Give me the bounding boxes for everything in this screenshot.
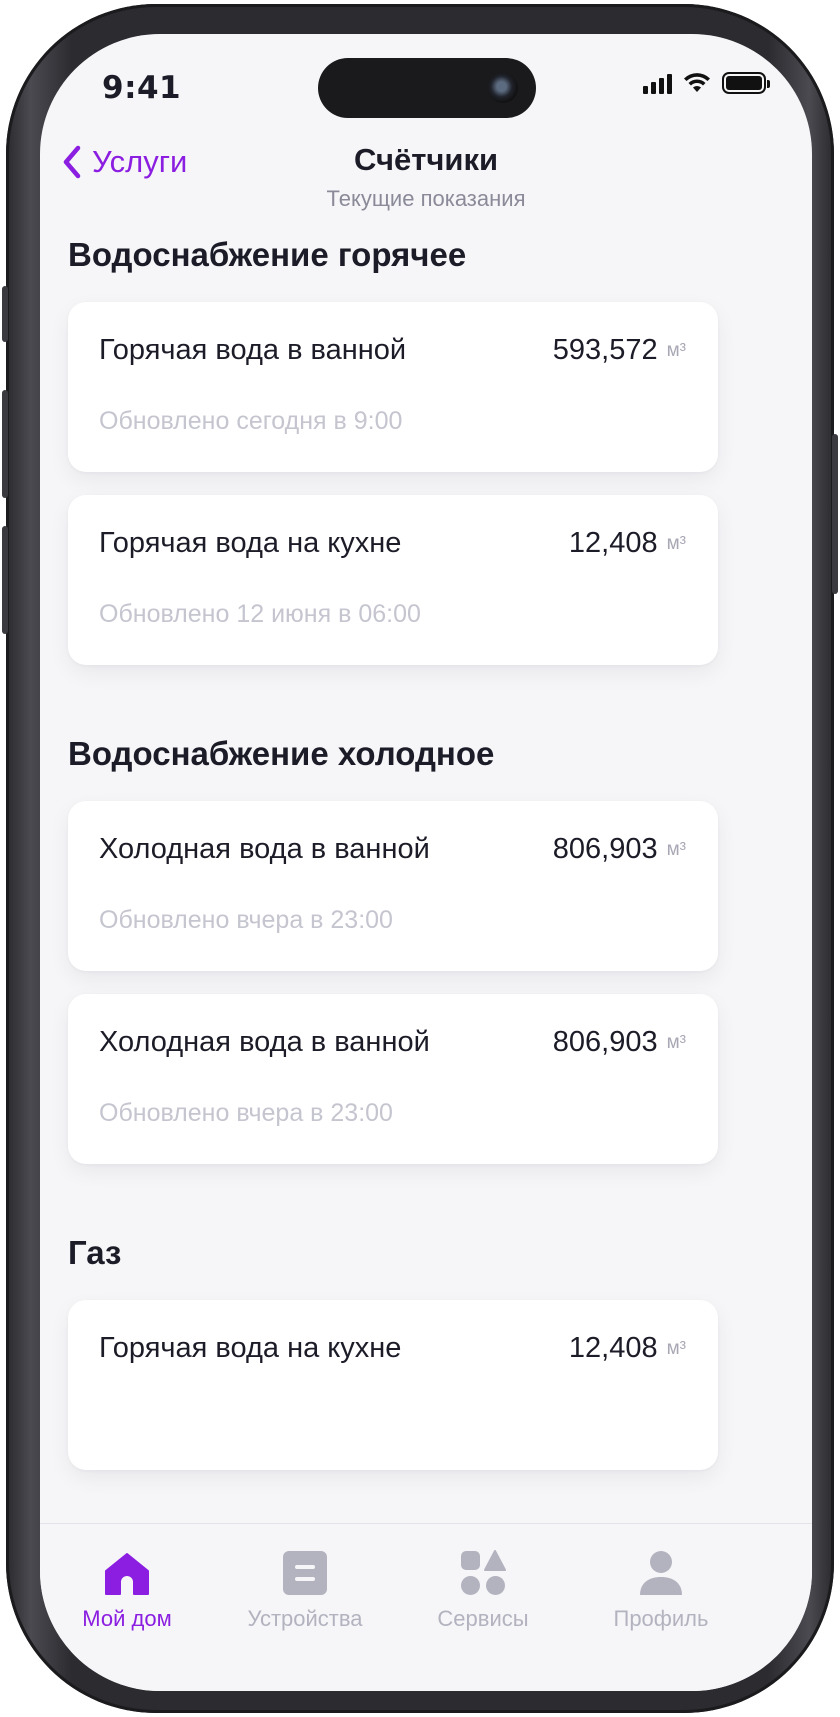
meter-reading: 806,903 — [552, 833, 658, 865]
tab-label: Сервисы — [437, 1606, 529, 1631]
meter-name: Холодная вода в ванной — [99, 1026, 430, 1058]
dynamic-island — [318, 58, 536, 118]
meter-name: Горячая вода на кухне — [99, 1332, 402, 1364]
power-button — [832, 434, 838, 594]
meter-name: Холодная вода в ванной — [99, 833, 430, 865]
device-icon — [283, 1551, 327, 1595]
page-title: Счётчики — [353, 142, 499, 177]
meter-card[interactable]: Горячая вода в ванной 593,572 м³ Обновле… — [68, 302, 718, 472]
tab-label: Мой дом — [82, 1606, 172, 1631]
tab-devices[interactable]: Устройства — [220, 1524, 390, 1632]
meter-updated: Обновлено сегодня в 9:00 — [99, 407, 403, 435]
meter-unit: м³ — [666, 839, 686, 860]
meter-card[interactable]: Горячая вода на кухне 12,408 м³ — [68, 1300, 718, 1470]
tab-services[interactable]: Сервисы — [398, 1524, 568, 1632]
meter-updated: Обновлено 12 июня в 06:00 — [99, 600, 421, 628]
status-time: 9:41 — [102, 70, 182, 106]
meter-name: Горячая вода в ванной — [99, 334, 407, 366]
meter-updated: Обновлено вчера в 23:00 — [99, 906, 393, 934]
volume-up-button — [2, 390, 8, 498]
meter-name: Горячая вода на кухне — [99, 527, 402, 559]
meter-value: 806,903 м³ — [553, 833, 686, 866]
meter-unit: м³ — [666, 340, 686, 361]
meter-updated: Обновлено вчера в 23:00 — [99, 1099, 393, 1127]
camera-icon — [488, 73, 518, 103]
tab-label: Профиль — [613, 1606, 709, 1631]
meter-unit: м³ — [666, 1338, 686, 1359]
tab-my-home[interactable]: Мой дом — [42, 1524, 212, 1632]
meter-reading: 593,572 — [552, 334, 658, 366]
meter-reading: 12,408 — [568, 1332, 658, 1364]
page-subtitle: Текущие показания — [326, 186, 526, 211]
meter-card[interactable]: Горячая вода на кухне 12,408 м³ Обновлен… — [68, 495, 718, 665]
meter-unit: м³ — [666, 533, 686, 554]
tab-bar: Мой дом Устройства Сервисы Профиль — [40, 1523, 812, 1691]
meter-card[interactable]: Холодная вода в ванной 806,903 м³ Обновл… — [68, 801, 718, 971]
wifi-icon — [684, 73, 710, 92]
meter-reading: 12,408 — [568, 527, 658, 559]
section-title: Водоснабжение холодное — [68, 735, 495, 772]
section-title: Газ — [68, 1234, 122, 1271]
meter-reading: 806,903 — [552, 1026, 658, 1058]
meters-list: Водоснабжение горячее Горячая вода в ван… — [68, 230, 718, 1493]
meter-value: 12,408 м³ — [569, 1332, 686, 1365]
status-bar: 9:41 — [40, 34, 812, 144]
screen: 9:41 Услуги Счётчики Текущие показания В… — [40, 34, 812, 1691]
meter-value: 806,903 м³ — [553, 1026, 686, 1059]
phone-frame: 9:41 Услуги Счётчики Текущие показания В… — [2, 4, 838, 1713]
profile-icon — [640, 1551, 682, 1595]
section-title: Водоснабжение горячее — [68, 236, 467, 273]
volume-down-button — [2, 526, 8, 634]
signal-icon — [643, 72, 672, 94]
home-icon — [105, 1553, 149, 1595]
navigation-bar: Услуги Счётчики Текущие показания — [40, 130, 812, 230]
meter-value: 593,572 м³ — [553, 334, 686, 367]
tab-label: Устройства — [247, 1606, 363, 1631]
meter-value: 12,408 м³ — [569, 527, 686, 560]
meter-card[interactable]: Холодная вода в ванной 806,903 м³ Обновл… — [68, 994, 718, 1164]
battery-icon — [722, 72, 770, 94]
status-icons — [643, 72, 770, 94]
tab-profile[interactable]: Профиль — [576, 1524, 746, 1632]
services-icon — [461, 1550, 506, 1595]
action-button — [2, 286, 8, 342]
meter-unit: м³ — [666, 1032, 686, 1053]
